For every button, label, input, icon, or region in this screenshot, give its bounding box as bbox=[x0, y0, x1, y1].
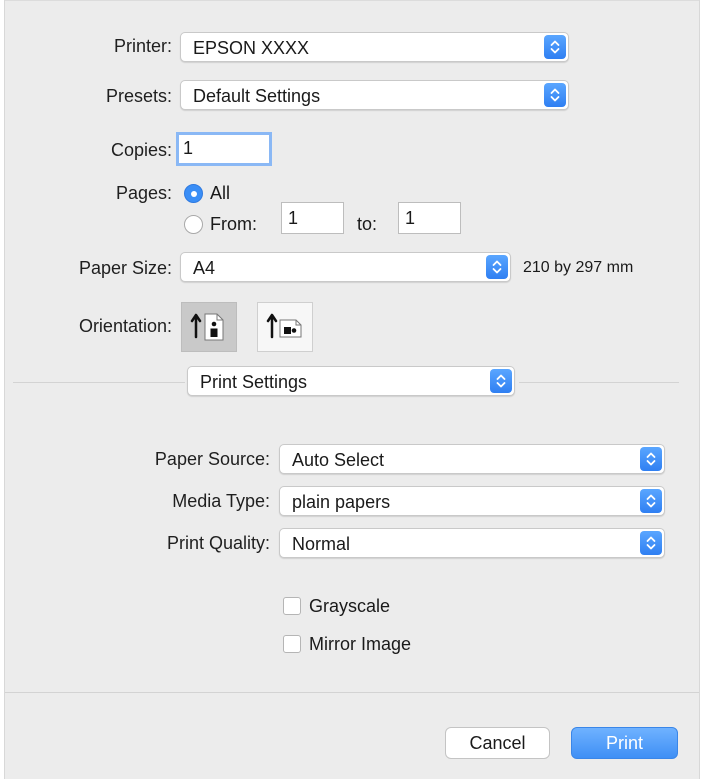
mirror-image-label: Mirror Image bbox=[309, 634, 412, 654]
pages-all-radio[interactable] bbox=[184, 184, 203, 203]
print-quality-label: Print Quality: bbox=[166, 533, 270, 553]
media-type-label: Media Type: bbox=[172, 491, 270, 511]
section-separator-left bbox=[13, 382, 185, 383]
print-dialog: Printer: EPSON XXXX Presets: Default Set… bbox=[4, 0, 700, 779]
pages-label: Pages: bbox=[115, 183, 172, 203]
media-type-popup[interactable]: plain papers bbox=[279, 486, 665, 516]
printer-value: EPSON XXXX bbox=[193, 38, 310, 58]
updown-chevron-icon bbox=[640, 489, 662, 513]
copies-field[interactable]: 1 bbox=[176, 132, 272, 166]
presets-label: Presets: bbox=[105, 86, 172, 106]
grayscale-label: Grayscale bbox=[309, 596, 391, 616]
dialog-top-edge bbox=[5, 0, 699, 1]
media-type-value: plain papers bbox=[292, 492, 391, 512]
pages-from-label: From: bbox=[210, 214, 257, 234]
copies-label: Copies: bbox=[110, 140, 172, 160]
mirror-image-checkbox[interactable] bbox=[283, 635, 301, 653]
pages-from-radio[interactable] bbox=[184, 215, 203, 234]
paper-source-popup[interactable]: Auto Select bbox=[279, 444, 665, 474]
paper-source-value: Auto Select bbox=[292, 450, 385, 470]
updown-chevron-icon bbox=[490, 369, 512, 393]
presets-value: Default Settings bbox=[193, 86, 321, 106]
presets-popup[interactable]: Default Settings bbox=[180, 80, 569, 110]
paper-size-popup[interactable]: A4 bbox=[180, 252, 511, 282]
pages-all-label: All bbox=[210, 183, 231, 203]
pages-from-field[interactable]: 1 bbox=[281, 202, 344, 234]
pages-to-field[interactable]: 1 bbox=[398, 202, 461, 234]
printer-label: Printer: bbox=[113, 36, 172, 56]
print-quality-popup[interactable]: Normal bbox=[279, 528, 665, 558]
print-button[interactable]: Print bbox=[571, 727, 678, 759]
pages-to-label: to: bbox=[357, 214, 378, 234]
updown-chevron-icon bbox=[640, 531, 662, 555]
landscape-orientation-icon bbox=[266, 313, 302, 339]
section-separator-right bbox=[519, 382, 679, 383]
footer-separator bbox=[5, 692, 699, 693]
orientation-landscape-button[interactable] bbox=[257, 302, 313, 352]
printer-popup[interactable]: EPSON XXXX bbox=[180, 32, 569, 62]
paper-source-label: Paper Source: bbox=[154, 449, 270, 469]
paper-size-dimensions: 210 by 297 mm bbox=[523, 259, 634, 276]
updown-chevron-icon bbox=[486, 255, 508, 279]
section-value: Print Settings bbox=[200, 372, 308, 392]
orientation-portrait-button[interactable] bbox=[181, 302, 237, 352]
grayscale-checkbox[interactable] bbox=[283, 597, 301, 615]
print-quality-value: Normal bbox=[292, 534, 351, 554]
orientation-label: Orientation: bbox=[78, 316, 172, 336]
section-popup[interactable]: Print Settings bbox=[187, 366, 515, 396]
updown-chevron-icon bbox=[640, 447, 662, 471]
paper-size-label: Paper Size: bbox=[78, 258, 172, 278]
updown-chevron-icon bbox=[544, 35, 566, 59]
portrait-orientation-icon bbox=[190, 313, 224, 341]
paper-size-value: A4 bbox=[193, 258, 216, 278]
updown-chevron-icon bbox=[544, 83, 566, 107]
cancel-button[interactable]: Cancel bbox=[445, 727, 550, 759]
